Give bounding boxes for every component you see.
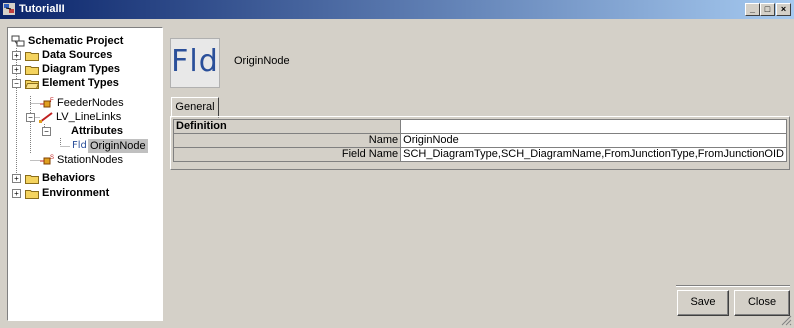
node-type-icon: F <box>40 98 54 108</box>
expand-icon[interactable]: + <box>12 51 21 60</box>
window-title: TutorialII <box>19 3 65 15</box>
close-window-button[interactable]: × <box>776 3 791 16</box>
collapse-icon[interactable]: − <box>26 113 35 122</box>
tree-label: Schematic Project <box>28 35 124 47</box>
section-header-empty <box>400 119 787 134</box>
tree-label: LV_LineLinks <box>56 111 122 123</box>
table-row[interactable]: Field Name SCH_DiagramType,SCH_DiagramNa… <box>172 147 787 162</box>
collapse-icon[interactable]: − <box>42 127 51 136</box>
button-separator <box>676 285 790 287</box>
tree-label: FeederNodes <box>57 97 124 109</box>
open-folder-icon <box>25 80 39 89</box>
tree-label: Diagram Types <box>42 63 121 75</box>
title-bar[interactable]: TutorialII _ □ × <box>0 0 794 19</box>
property-grid: Definition Name OriginNode Field Name SC… <box>172 119 787 162</box>
property-value[interactable]: OriginNode <box>400 133 787 148</box>
folder-icon <box>25 52 39 61</box>
collapse-icon[interactable]: − <box>12 79 21 88</box>
resize-grip-icon[interactable] <box>780 314 792 326</box>
tree-label-selected: OriginNode <box>88 139 148 153</box>
svg-text:S: S <box>50 155 54 161</box>
table-row: Definition <box>172 119 787 134</box>
save-button[interactable]: Save <box>677 290 729 316</box>
field-type-icon: Fld <box>170 38 220 88</box>
tree-label: Environment <box>42 187 110 199</box>
property-value[interactable]: SCH_DiagramType,SCH_DiagramName,FromJunc… <box>400 147 787 162</box>
expand-icon[interactable]: + <box>12 189 21 198</box>
folder-icon <box>25 66 39 75</box>
expand-icon[interactable]: + <box>12 65 21 74</box>
svg-text:F: F <box>50 98 54 104</box>
table-row[interactable]: Name OriginNode <box>172 133 787 148</box>
app-icon <box>3 3 15 15</box>
property-key: Field Name <box>172 147 402 162</box>
property-key: Name <box>172 133 402 148</box>
fld-icon: Fld <box>72 140 87 151</box>
tree-label: Behaviors <box>42 172 96 184</box>
tree-label: StationNodes <box>57 154 124 166</box>
section-header: Definition <box>172 119 402 134</box>
folder-icon <box>25 190 39 199</box>
tree-label: Attributes <box>71 125 123 137</box>
node-type-icon: S <box>40 155 54 165</box>
link-type-icon <box>39 112 53 123</box>
close-button[interactable]: Close <box>734 290 790 316</box>
maximize-button[interactable]: □ <box>760 3 775 16</box>
project-tree[interactable]: Schematic Project + Data Sources + Diagr… <box>7 27 163 321</box>
expand-icon[interactable]: + <box>12 174 21 183</box>
tree-label: Element Types <box>42 77 119 89</box>
minimize-button[interactable]: _ <box>745 3 760 16</box>
folder-icon <box>25 175 39 184</box>
tab-general[interactable]: General <box>171 97 219 118</box>
selected-item-name: OriginNode <box>234 55 290 67</box>
tree-label: Data Sources <box>42 49 113 61</box>
project-icon <box>11 35 25 47</box>
